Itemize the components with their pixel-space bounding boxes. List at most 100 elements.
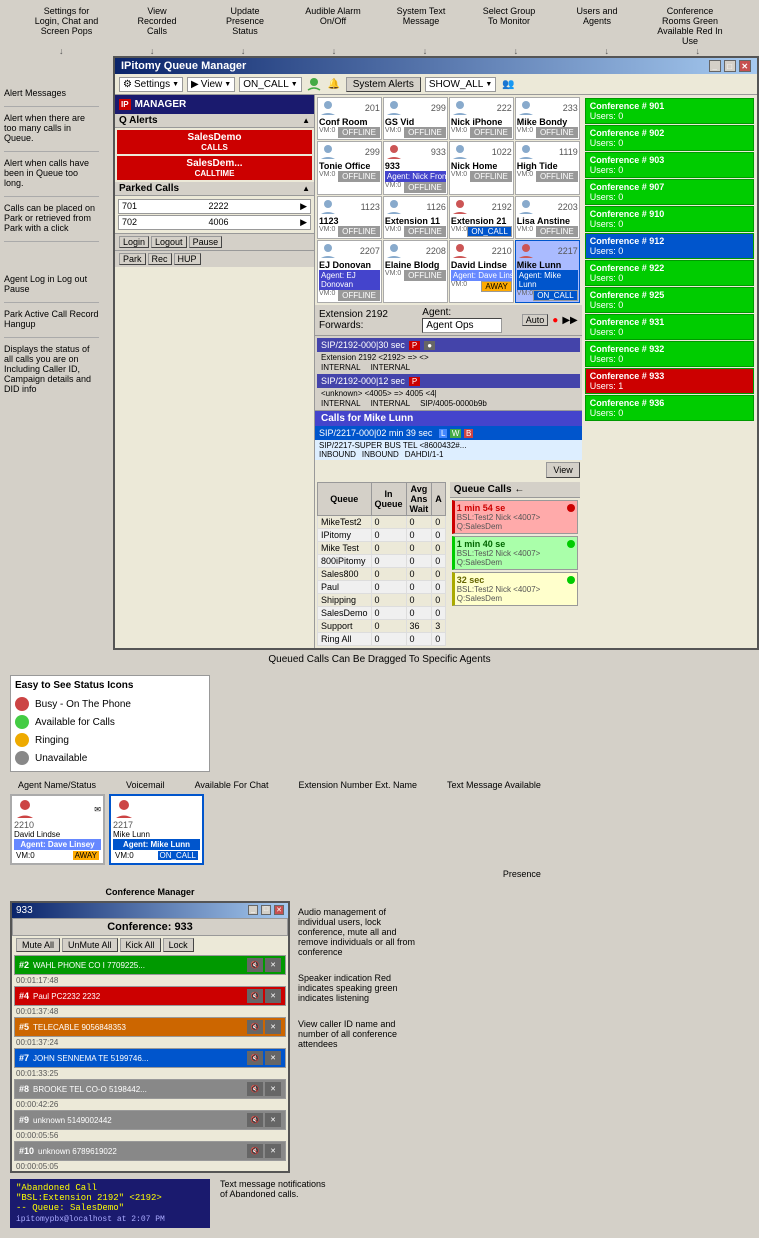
agent-card-2210[interactable]: ✉ 2210 David Lindse Agent: Dave Linsey V… (10, 794, 105, 865)
kick-btn-8[interactable]: ✕ (265, 1082, 281, 1096)
agent-cell-933[interactable]: 933 933 Agent: Nick From|h... VM:0 OFFLI… (383, 141, 448, 195)
conf-participant-4[interactable]: #4 Paul PC2232 2232 🔇 ✕ (14, 986, 286, 1006)
queued-call-1[interactable]: 1 min 54 se BSL:Test2 Nick <4007> Q:Sale… (452, 500, 578, 534)
users-icon[interactable]: 👥 (500, 76, 516, 92)
mute-all-btn[interactable]: Mute All (16, 938, 60, 952)
agent-cell-1123[interactable]: 1123 1123 VM:0 OFFLINE (317, 196, 382, 239)
on-call-dropdown[interactable]: ON_CALL (239, 77, 302, 92)
minimize-button[interactable]: _ (709, 60, 721, 72)
call-rec-btn[interactable]: ● (424, 341, 435, 350)
queue-row[interactable]: MikeTest2000 (318, 516, 446, 529)
conf-room-931[interactable]: Conference # 931 Users: 0 (585, 314, 754, 340)
conf-room-932[interactable]: Conference # 932 Users: 0 (585, 341, 754, 367)
mute-btn-2[interactable]: 🔇 (247, 958, 263, 972)
agent-cell-2207[interactable]: 2207 EJ Donovan Agent: EJ Donovan VM:0 O… (317, 240, 382, 303)
call-row-1[interactable]: SIP/2192-000|30 sec P ● (317, 338, 580, 352)
queue-row[interactable]: IPitomy000 (318, 529, 446, 542)
queue-row[interactable]: Support0363 (318, 620, 446, 633)
queue-row[interactable]: SalesDemo000 (318, 607, 446, 620)
settings-dropdown[interactable]: ⚙ Settings (119, 77, 183, 92)
agent-cell-222[interactable]: 222 Nick iPhone VM:0 OFFLINE (449, 97, 514, 140)
mute-btn-8[interactable]: 🔇 (247, 1082, 263, 1096)
queue-row[interactable]: Sales800000 (318, 568, 446, 581)
auto-btn[interactable]: Auto (522, 314, 549, 326)
queue-row[interactable]: Ring All000 (318, 633, 446, 646)
record-btn[interactable]: Rec (148, 253, 172, 265)
login-btn[interactable]: Login (119, 236, 149, 248)
call-row-2[interactable]: SIP/2192-000|12 sec P (317, 374, 580, 388)
agent-cell-1119[interactable]: 1119 High Tide VM:0 OFFLINE (515, 141, 580, 195)
maximize-button[interactable]: □ (724, 60, 736, 72)
mute-btn-4[interactable]: 🔇 (247, 989, 263, 1003)
conf-room-936[interactable]: Conference # 936 Users: 0 (585, 395, 754, 421)
conf-room-903[interactable]: Conference # 903 Users: 0 (585, 152, 754, 178)
alarm-icon[interactable]: 🔔 (326, 76, 342, 92)
conf-max-btn[interactable]: □ (261, 905, 271, 915)
queue-row[interactable]: Shipping000 (318, 594, 446, 607)
queued-call-3[interactable]: 32 sec BSL:Test2 Nick <4007> Q:SalesDem (452, 572, 578, 606)
alert-item-2[interactable]: SalesDem... CALLTIME (117, 156, 312, 180)
agent-cell-2217[interactable]: 2217 Mike Lunn Agent: Mike Lunn VM:0 ON_… (515, 240, 580, 303)
agent-cell-2192[interactable]: 2192 Extension 21 VM:0 ON_CALL (449, 196, 514, 239)
listen-btn[interactable]: L (439, 429, 447, 438)
mute-btn-7[interactable]: 🔇 (247, 1051, 263, 1065)
agent-cell-2208[interactable]: 2208 Elaine Blodg VM:0 OFFLINE (383, 240, 448, 303)
park-slot-1[interactable]: 701 2222 ▶ (118, 199, 311, 214)
kick-btn-7[interactable]: ✕ (265, 1051, 281, 1065)
agent-cell-tonie[interactable]: 299 Tonie Office VM:0 OFFLINE (317, 141, 382, 195)
kick-btn-10[interactable]: ✕ (265, 1144, 281, 1158)
view-dropdown[interactable]: ▶ View (187, 77, 235, 92)
q-alerts-collapse[interactable]: ▲ (302, 116, 310, 125)
mute-btn-9[interactable]: 🔇 (247, 1113, 263, 1127)
agent-cell-299[interactable]: 299 GS Vid VM:0 OFFLINE (383, 97, 448, 140)
conf-room-933[interactable]: Conference # 933 Users: 1 (585, 368, 754, 394)
barge-btn[interactable]: B (464, 429, 473, 438)
conf-participant-8[interactable]: #8 BROOKE TEL CO-O 5198442... 🔇 ✕ (14, 1079, 286, 1099)
conf-close-btn[interactable]: ✕ (274, 905, 284, 915)
conf-room-901[interactable]: Conference # 901 Users: 0 (585, 98, 754, 124)
conf-participant-9[interactable]: #9 unknown 5149002442 🔇 ✕ (14, 1110, 286, 1130)
parked-collapse[interactable]: ▲ (302, 184, 310, 193)
whisper-btn[interactable]: W (450, 429, 462, 438)
selected-call-row[interactable]: SIP/2217-000|02 min 39 sec L W B (315, 426, 582, 440)
conf-min-btn[interactable]: _ (248, 905, 258, 915)
kick-all-btn[interactable]: Kick All (120, 938, 161, 952)
agent-cell-201[interactable]: 201 Conf Room VM:0 OFFLINE (317, 97, 382, 140)
conf-room-907[interactable]: Conference # 907 Users: 0 (585, 179, 754, 205)
queue-row[interactable]: Mike Test000 (318, 542, 446, 555)
pause-btn[interactable]: Pause (189, 236, 223, 248)
kick-btn-9[interactable]: ✕ (265, 1113, 281, 1127)
conf-room-910[interactable]: Conference # 910 Users: 0 (585, 206, 754, 232)
queue-row[interactable]: Paul000 (318, 581, 446, 594)
unmute-all-btn[interactable]: UnMute All (62, 938, 118, 952)
agent-card-2217[interactable]: 2217 Mike Lunn Agent: Mike Lunn VM:0 ON_… (109, 794, 204, 865)
logout-btn[interactable]: Logout (151, 236, 187, 248)
call-park-btn[interactable]: P (409, 341, 420, 350)
view-button[interactable]: View (546, 462, 579, 478)
conf-participant-5[interactable]: #5 TELECABLE 9056848353 🔇 ✕ (14, 1017, 286, 1037)
hangup-btn[interactable]: HUP (174, 253, 201, 265)
kick-btn-5[interactable]: ✕ (265, 1020, 281, 1034)
show-all-dropdown[interactable]: SHOW_ALL (425, 77, 496, 92)
conf-room-922[interactable]: Conference # 922 Users: 0 (585, 260, 754, 286)
conf-room-902[interactable]: Conference # 902 Users: 0 (585, 125, 754, 151)
system-alerts-btn[interactable]: System Alerts (346, 77, 421, 92)
conf-room-925[interactable]: Conference # 925 Users: 0 (585, 287, 754, 313)
presence-icon[interactable] (306, 76, 322, 92)
mute-btn-10[interactable]: 🔇 (247, 1144, 263, 1158)
agent-input[interactable] (422, 318, 502, 333)
conf-participant-2[interactable]: #2 WAHL PHONE CO I 7709225... 🔇 ✕ (14, 955, 286, 975)
agent-cell-1126[interactable]: 1126 Extension 11 VM:0 OFFLINE (383, 196, 448, 239)
agent-cell-233[interactable]: 233 Mike Bondy VM:0 OFFLINE (515, 97, 580, 140)
queue-row[interactable]: 800iPitomy000 (318, 555, 446, 568)
conf-participant-7[interactable]: #7 JOHN SENNEMA TE 5199746... 🔇 ✕ (14, 1048, 286, 1068)
call-park-btn-2[interactable]: P (409, 377, 420, 386)
agent-cell-2210[interactable]: 2210 David Lindse Agent: Dave Linsey VM:… (449, 240, 514, 303)
agent-cell-2203[interactable]: 2203 Lisa Anstine VM:0 OFFLINE (515, 196, 580, 239)
conf-participant-10[interactable]: #10 unknown 6789619022 🔇 ✕ (14, 1141, 286, 1161)
park-btn[interactable]: Park (119, 253, 146, 265)
conf-room-912[interactable]: Conference # 912 Users: 0 (585, 233, 754, 259)
alert-item-1[interactable]: SalesDemo CALLS (117, 130, 312, 154)
kick-btn-4[interactable]: ✕ (265, 989, 281, 1003)
queued-call-2[interactable]: 1 min 40 se BSL:Test2 Nick <4007> Q:Sale… (452, 536, 578, 570)
